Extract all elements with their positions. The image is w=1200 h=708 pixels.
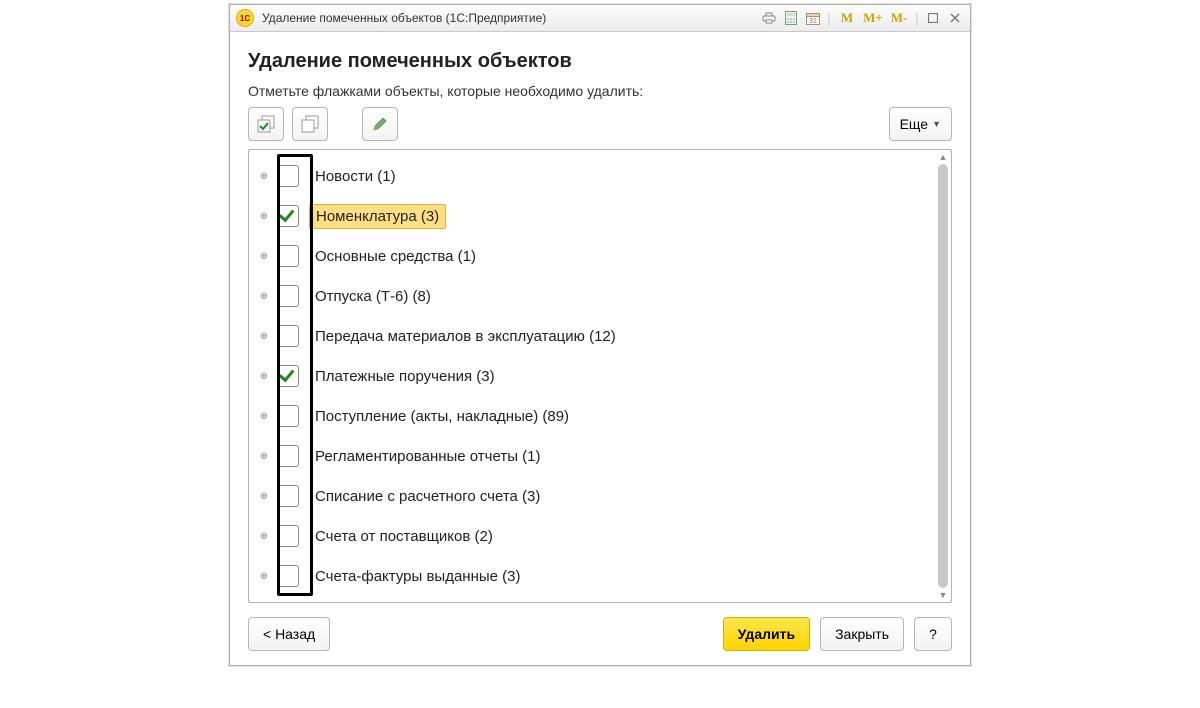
list-item[interactable]: ⊕ Основные средства (1): [257, 236, 935, 276]
item-checkbox[interactable]: [277, 405, 299, 427]
more-button[interactable]: Еще ▼: [889, 107, 952, 141]
list-item[interactable]: ⊕ Счета-фактуры выданные (3): [257, 556, 935, 596]
expand-icon[interactable]: ⊕: [257, 409, 271, 423]
scrollbar[interactable]: ▲ ▼: [937, 152, 949, 600]
delete-button[interactable]: Удалить: [723, 617, 810, 651]
objects-list: ⊕ Новости (1) ⊕ Номенклатура (3) ⊕ Основные с…: [248, 149, 952, 603]
svg-text:31: 31: [809, 18, 817, 25]
select-all-button[interactable]: [248, 107, 284, 141]
titlebar: 1C Удаление помеченных объектов (1С:Пред…: [230, 5, 970, 32]
deselect-all-button[interactable]: [292, 107, 328, 141]
item-label: Новости (1): [309, 165, 402, 188]
help-button[interactable]: ?: [914, 617, 952, 651]
list-item[interactable]: ⊕ Платежные поручения (3): [257, 356, 935, 396]
more-label: Еще: [900, 116, 929, 132]
expand-icon[interactable]: ⊕: [257, 529, 271, 543]
item-label: Регламентированные отчеты (1): [309, 445, 547, 468]
item-label: Счета от поставщиков (2): [309, 525, 499, 548]
list-item[interactable]: ⊕ Регламентированные отчеты (1): [257, 436, 935, 476]
scroll-up-icon[interactable]: ▲: [937, 152, 949, 162]
close-icon[interactable]: [946, 10, 964, 26]
chevron-down-icon: ▼: [932, 119, 941, 129]
item-checkbox[interactable]: [277, 485, 299, 507]
expand-icon[interactable]: ⊕: [257, 329, 271, 343]
list-item[interactable]: ⊕ Номенклатура (3): [257, 196, 935, 236]
expand-icon[interactable]: ⊕: [257, 489, 271, 503]
content: Удаление помеченных объектов Отметьте фл…: [230, 32, 970, 665]
item-label: Передача материалов в эксплуатацию (12): [309, 325, 622, 348]
list-item[interactable]: ⊕ Отпуска (Т-6) (8): [257, 276, 935, 316]
separator: |: [914, 10, 920, 26]
expand-icon[interactable]: ⊕: [257, 289, 271, 303]
close-button[interactable]: Закрыть: [820, 617, 904, 651]
item-label: Отпуска (Т-6) (8): [309, 285, 437, 308]
item-label: Платежные поручения (3): [309, 365, 501, 388]
titlebar-tools: 31 | M M+ M- |: [760, 10, 964, 26]
edit-button[interactable]: [362, 107, 398, 141]
expand-icon[interactable]: ⊕: [257, 209, 271, 223]
m-minus-icon[interactable]: M-: [888, 10, 910, 26]
item-checkbox[interactable]: [277, 205, 299, 227]
separator: |: [826, 10, 832, 26]
back-button[interactable]: < Назад: [248, 617, 330, 651]
maximize-icon[interactable]: [924, 10, 942, 26]
item-label: Поступление (акты, накладные) (89): [309, 405, 575, 428]
item-label: Списание с расчетного счета (3): [309, 485, 546, 508]
expand-icon[interactable]: ⊕: [257, 569, 271, 583]
page-title: Удаление помеченных объектов: [248, 50, 952, 73]
calendar-icon[interactable]: 31: [804, 10, 822, 26]
scroll-thumb[interactable]: [938, 164, 948, 588]
item-label: Счета-фактуры выданные (3): [309, 565, 526, 588]
item-checkbox[interactable]: [277, 325, 299, 347]
m-plus-icon[interactable]: M+: [862, 10, 884, 26]
expand-icon[interactable]: ⊕: [257, 249, 271, 263]
item-label: Основные средства (1): [309, 245, 482, 268]
item-checkbox[interactable]: [277, 165, 299, 187]
expand-icon[interactable]: ⊕: [257, 169, 271, 183]
item-checkbox[interactable]: [277, 365, 299, 387]
print-icon[interactable]: [760, 10, 778, 26]
instruction-text: Отметьте флажками объекты, которые необх…: [248, 83, 952, 99]
item-label: Номенклатура (3): [309, 204, 446, 229]
window: 1C Удаление помеченных объектов (1С:Пред…: [229, 4, 971, 666]
expand-icon[interactable]: ⊕: [257, 449, 271, 463]
scroll-down-icon[interactable]: ▼: [937, 590, 949, 600]
footer: < Назад Удалить Закрыть ?: [248, 617, 952, 651]
calc-icon[interactable]: [782, 10, 800, 26]
list-item[interactable]: ⊕ Счета от поставщиков (2): [257, 516, 935, 556]
item-checkbox[interactable]: [277, 245, 299, 267]
app-icon: 1C: [236, 9, 254, 27]
expand-icon[interactable]: ⊕: [257, 369, 271, 383]
item-checkbox[interactable]: [277, 565, 299, 587]
window-title: Удаление помеченных объектов (1С:Предпри…: [262, 11, 760, 25]
item-checkbox[interactable]: [277, 525, 299, 547]
list-item[interactable]: ⊕ Новости (1): [257, 156, 935, 196]
toolbar: Еще ▼: [248, 107, 952, 141]
list-item[interactable]: ⊕ Списание с расчетного счета (3): [257, 476, 935, 516]
item-checkbox[interactable]: [277, 285, 299, 307]
list-item[interactable]: ⊕ Поступление (акты, накладные) (89): [257, 396, 935, 436]
m-icon[interactable]: M: [836, 10, 858, 26]
list-item[interactable]: ⊕ Передача материалов в эксплуатацию (12): [257, 316, 935, 356]
item-checkbox[interactable]: [277, 445, 299, 467]
